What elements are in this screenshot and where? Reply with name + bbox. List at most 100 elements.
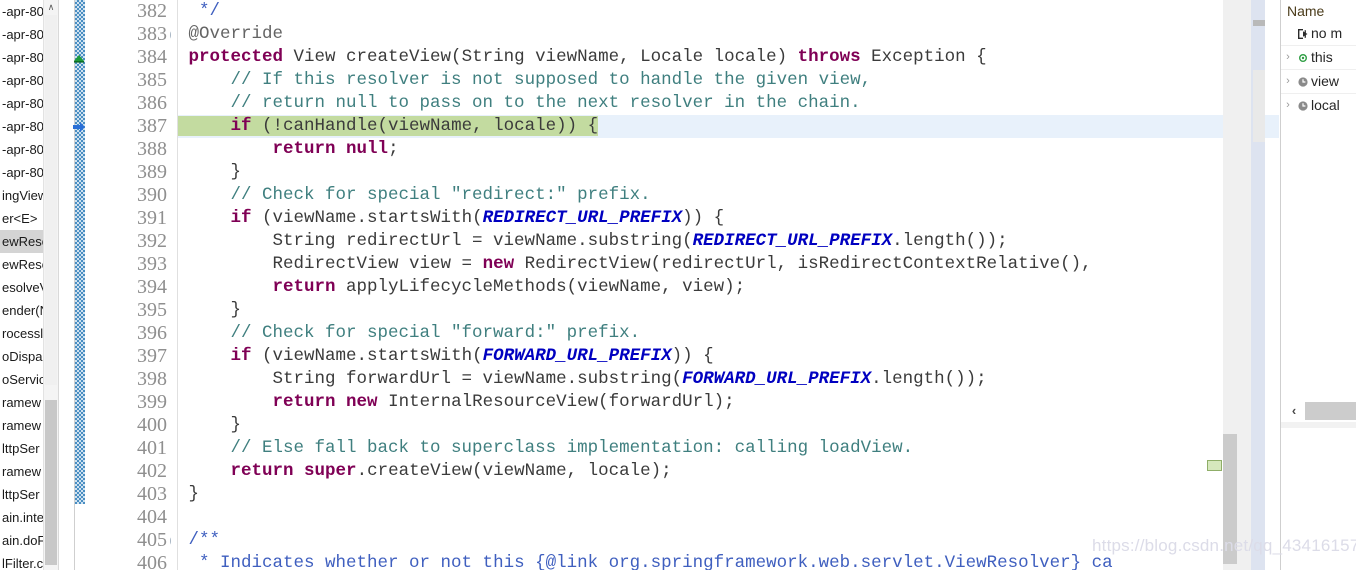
variables-column-header-name: Name [1287, 3, 1325, 19]
variables-hscroll-track[interactable] [1281, 422, 1356, 428]
variables-row[interactable]: › this [1281, 45, 1356, 69]
package-explorer-scroll-thumb[interactable] [45, 400, 57, 565]
current-instruction-pointer-icon [71, 118, 87, 135]
line-number[interactable]: 384 [74, 46, 171, 69]
line-number[interactable]: 404 [85, 506, 171, 529]
code-line[interactable] [178, 506, 1279, 529]
line-number[interactable]: 405 [85, 529, 184, 552]
line-number[interactable]: 394 [85, 276, 171, 299]
package-explorer-item-label: ender(N [2, 303, 49, 318]
line-number[interactable]: 387 [73, 115, 171, 138]
package-explorer-item-label: ewReso [2, 234, 49, 249]
code-token: applyLifecycleMethods(viewName, view); [335, 277, 746, 297]
code-line[interactable]: return super.createView(viewName, locale… [178, 460, 1279, 483]
return-value-icon [1295, 27, 1311, 41]
package-explorer-scroll-thumb-upper[interactable] [45, 15, 57, 385]
code-token: // Check for special "redirect:" prefix. [230, 185, 651, 205]
code-line[interactable]: } [178, 161, 1279, 184]
code-line[interactable]: } [178, 483, 1279, 506]
line-number[interactable]: 388 [85, 138, 171, 161]
variables-row[interactable]: › local [1281, 93, 1356, 117]
code-token: * Indicates whether or not this {@link o… [199, 553, 1113, 570]
code-line[interactable]: String redirectUrl = viewName.substring(… [178, 230, 1279, 253]
code-line[interactable]: // If this resolver is not supposed to h… [178, 69, 1279, 92]
code-line[interactable]: // Else fall back to superclass implemen… [178, 437, 1279, 460]
line-number-label: 391 [137, 207, 167, 229]
code-line[interactable]: return null; [178, 138, 1279, 161]
code-token: } [178, 484, 200, 504]
line-number[interactable]: 406 [85, 552, 171, 570]
expand-arrow-icon[interactable]: › [1281, 94, 1295, 117]
variables-panel[interactable]: Name no m › this › view › local ‹ [1280, 0, 1356, 570]
line-number[interactable]: 396 [85, 322, 171, 345]
line-number[interactable]: 393 [85, 253, 171, 276]
code-line[interactable]: if (viewName.startsWith(REDIRECT_URL_PRE… [178, 207, 1279, 230]
code-line[interactable]: // Check for special "redirect:" prefix. [178, 184, 1279, 207]
code-line[interactable]: } [178, 414, 1279, 437]
line-number-label: 390 [137, 184, 167, 206]
editor-vertical-scroll-thumb[interactable] [1223, 434, 1237, 564]
code-line[interactable]: return new InternalResourceView(forwardU… [178, 391, 1279, 414]
line-number[interactable]: 397 [85, 345, 171, 368]
package-explorer-panel[interactable]: -apr-800 -apr-800 -apr-800 -apr-800 -apr-800… [0, 0, 59, 570]
expand-arrow-icon[interactable]: › [1281, 46, 1295, 69]
line-number[interactable]: 391 [85, 207, 171, 230]
code-token: .length()); [892, 231, 1008, 251]
scroll-up-arrow-icon[interactable]: ∧ [44, 0, 58, 15]
line-number[interactable]: 403 [85, 483, 171, 506]
chevron-left-icon[interactable]: ‹ [1285, 401, 1303, 421]
code-line[interactable]: RedirectView view = new RedirectView(red… [178, 253, 1279, 276]
folding-ruler[interactable] [171, 0, 178, 570]
line-number-label: 401 [137, 437, 167, 459]
code-line[interactable]: /** [178, 529, 1279, 552]
java-source-editor[interactable]: 382 383 384 385 386 387 388 389 390 391 392 393 394 3… [59, 0, 1279, 570]
code-line[interactable]: protected View createView(String viewNam… [178, 46, 1279, 69]
line-number[interactable]: 395 [85, 299, 171, 322]
line-number[interactable]: 392 [85, 230, 171, 253]
code-line[interactable]: @Override [178, 23, 1279, 46]
expand-arrow-icon[interactable]: › [1281, 70, 1295, 93]
line-number[interactable]: 386 [85, 92, 171, 115]
code-line[interactable]: } [178, 299, 1279, 322]
variables-hscroll-thumb[interactable] [1305, 402, 1356, 420]
annotation-ruler[interactable] [59, 0, 75, 570]
code-line[interactable]: return applyLifecycleMethods(viewName, v… [178, 276, 1279, 299]
package-explorer-item-label: rocessl [2, 326, 44, 341]
line-number[interactable]: 401 [85, 437, 171, 460]
variables-row[interactable]: › view [1281, 69, 1356, 93]
code-token: REDIRECT_URL_PREFIX [482, 208, 683, 228]
line-number-label: 387 [137, 115, 167, 137]
code-line[interactable]: // Check for special "forward:" prefix. [178, 322, 1279, 345]
variable-name-label: local [1311, 97, 1340, 113]
line-number[interactable]: 399 [85, 391, 171, 414]
line-number-label: 400 [137, 414, 167, 436]
line-number[interactable]: 382 [85, 0, 171, 23]
line-number[interactable]: 389 [85, 161, 171, 184]
variable-name-label: no m [1311, 25, 1343, 41]
variables-horizontal-scrollbar[interactable]: ‹ [1281, 398, 1356, 428]
line-number[interactable]: 402 [85, 460, 171, 483]
line-number[interactable]: 400 [85, 414, 171, 437]
package-explorer-item-label: ain.inte [2, 510, 44, 525]
variables-list[interactable]: no m › this › view › local [1281, 22, 1356, 117]
code-line[interactable]: if (!canHandle(viewName, locale)) { [178, 115, 1279, 138]
code-token: (viewName.startsWith( [251, 346, 483, 366]
line-number[interactable]: 398 [85, 368, 171, 391]
code-text-area[interactable]: */ @Override protected View createView(S… [178, 0, 1279, 570]
package-explorer-item-label: lFilter.c [2, 556, 44, 570]
code-line[interactable]: // return null to pass on to the next re… [178, 92, 1279, 115]
line-number-label: 403 [137, 483, 167, 505]
code-token: FORWARD_URL_PREFIX [482, 346, 672, 366]
code-line[interactable]: */ [178, 0, 1279, 23]
code-line[interactable]: String forwardUrl = viewName.substring(F… [178, 368, 1279, 391]
code-line[interactable]: if (viewName.startsWith(FORWARD_URL_PREF… [178, 345, 1279, 368]
variables-row[interactable]: no m [1281, 22, 1356, 45]
line-number[interactable]: 385 [85, 69, 171, 92]
line-number-label: 405 [137, 529, 167, 551]
code-line[interactable]: * Indicates whether or not this {@link o… [178, 552, 1279, 570]
line-number[interactable]: 383 [85, 23, 184, 46]
line-number-gutter[interactable]: 382 383 384 385 386 387 388 389 390 391 392 393 394 3… [73, 0, 184, 570]
line-number[interactable]: 390 [85, 184, 171, 207]
